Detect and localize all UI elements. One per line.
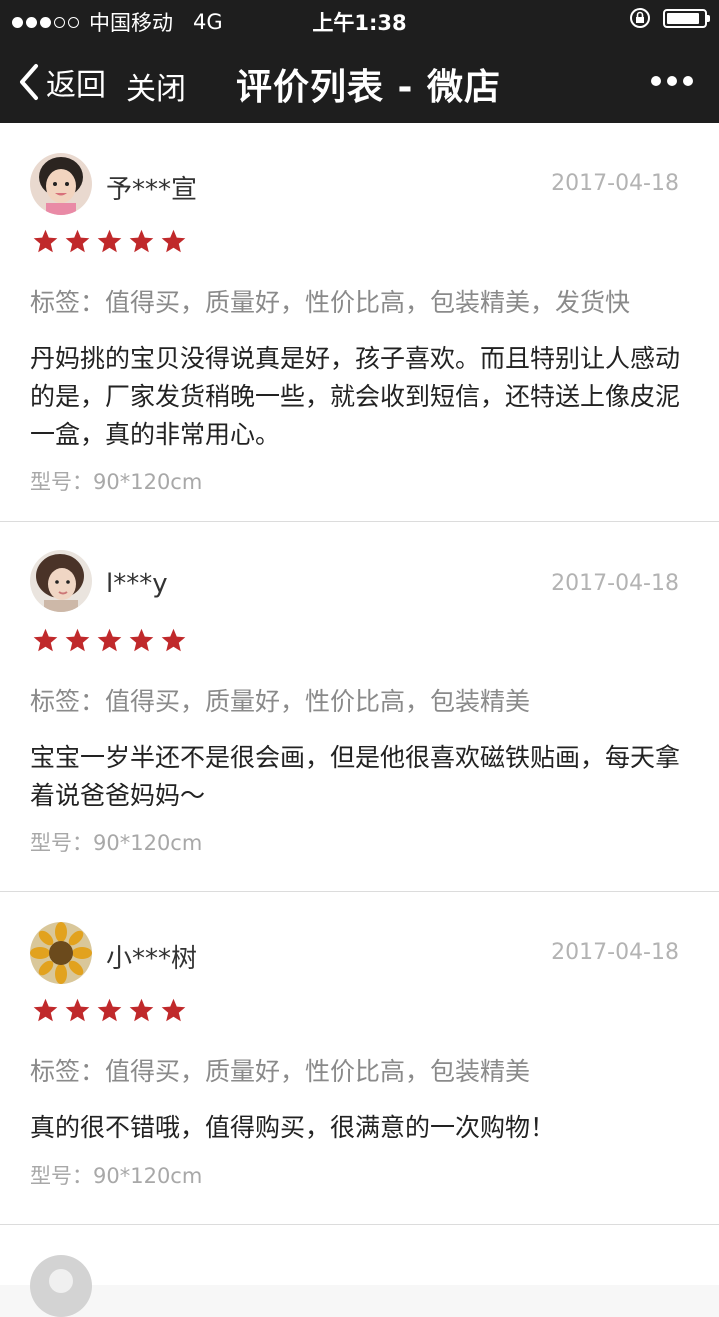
star-icon xyxy=(97,229,122,253)
review-tags: 标签：值得买，质量好，性价比高，包装精美，发货快 xyxy=(30,288,631,317)
review-content: 丹妈挑的宝贝没得说真是好，孩子喜欢。而且特别让人感动的是，厂家发货稍晚一些，就会… xyxy=(30,344,681,449)
avatar xyxy=(30,1255,92,1317)
back-button[interactable]: 返回 xyxy=(18,60,106,104)
username: l***y xyxy=(106,569,168,599)
review-item: 予***宣 2017-04-18 标签：值得买，质量好，性价比高，包装精美，发货… xyxy=(0,123,719,522)
review-date: 2017-04-18 xyxy=(551,171,679,196)
status-bar: 中国移动 4G 上午1:38 xyxy=(0,0,719,40)
nav-bar: 返回 关闭 评价列表 - 微店 xyxy=(0,40,719,123)
username: 予***宣 xyxy=(106,175,198,205)
review-content: 宝宝一岁半还不是很会画，但是他很喜欢磁铁贴画，每天拿着说爸爸妈妈～ xyxy=(30,743,681,810)
star-icon xyxy=(33,229,58,253)
review-date: 2017-04-18 xyxy=(551,940,679,965)
battery-icon xyxy=(663,8,710,28)
star-icon xyxy=(97,628,122,652)
review-content: 真的很不错哦，值得购买，很满意的一次购物！ xyxy=(30,1113,556,1142)
review-date: 2017-04-18 xyxy=(551,571,679,596)
star-icon xyxy=(161,998,186,1022)
avatar xyxy=(30,153,92,215)
product-model: 型号：90*120cm xyxy=(30,1164,203,1188)
review-item: l***y 2017-04-18 标签：值得买，质量好，性价比高，包装精美 宝宝… xyxy=(0,522,719,892)
product-model: 型号：90*120cm xyxy=(30,470,203,494)
star-icon xyxy=(97,998,122,1022)
chevron-left-icon xyxy=(20,64,38,100)
avatar xyxy=(30,922,92,984)
review-item-partial xyxy=(0,1225,719,1317)
star-icon xyxy=(129,628,154,652)
review-tags: 标签：值得买，质量好，性价比高，包装精美 xyxy=(30,1057,531,1086)
star-icon xyxy=(33,628,58,652)
more-icon[interactable] xyxy=(651,76,693,86)
star-rating xyxy=(32,627,187,654)
star-rating xyxy=(32,228,187,255)
close-button[interactable]: 关闭 xyxy=(126,64,186,108)
star-icon xyxy=(161,229,186,253)
product-model: 型号：90*120cm xyxy=(30,831,203,855)
status-time: 上午1:38 xyxy=(312,11,407,35)
star-icon xyxy=(129,998,154,1022)
rotation-lock-icon xyxy=(630,8,650,28)
star-rating xyxy=(32,997,187,1024)
username: 小***树 xyxy=(106,944,198,974)
star-icon xyxy=(65,628,90,652)
avatar xyxy=(30,550,92,612)
star-icon xyxy=(33,998,58,1022)
page-title: 评价列表 - 微店 xyxy=(236,67,502,108)
review-item: 小***树 2017-04-18 标签：值得买，质量好，性价比高，包装精美 真的… xyxy=(0,892,719,1225)
star-icon xyxy=(65,998,90,1022)
star-icon xyxy=(129,229,154,253)
star-icon xyxy=(65,229,90,253)
status-right xyxy=(629,7,710,29)
back-label: 返回 xyxy=(46,68,106,103)
review-tags: 标签：值得买，质量好，性价比高，包装精美 xyxy=(30,687,531,716)
star-icon xyxy=(161,628,186,652)
